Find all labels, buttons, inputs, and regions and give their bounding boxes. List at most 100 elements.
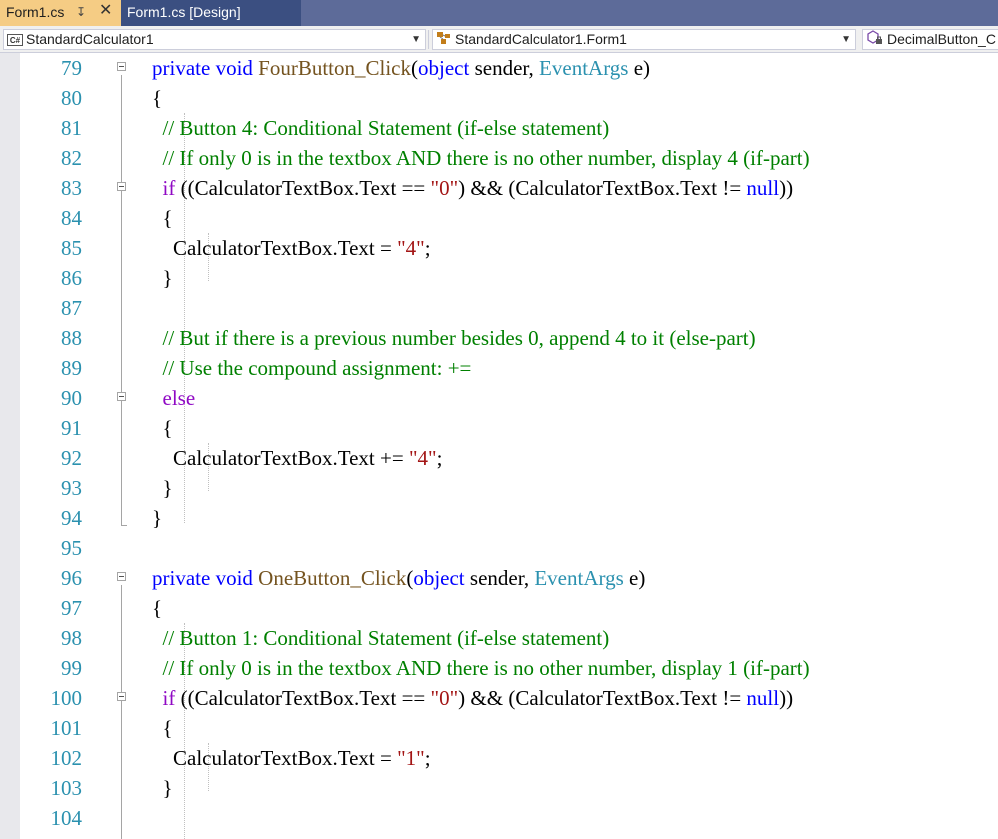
code-token: ;	[424, 746, 431, 770]
code-token: CalculatorTextBox.Text =	[131, 746, 398, 770]
collapse-icon[interactable]	[117, 182, 126, 191]
line-number: 90	[61, 386, 82, 410]
line-number: 98	[61, 626, 82, 650]
code-token: "4"	[408, 446, 437, 470]
code-text: private void OneButton_Click(object send…	[131, 563, 645, 593]
line-number: 92	[61, 446, 82, 470]
code-token: // But if there is a previous number bes…	[162, 326, 756, 350]
code-token: ))	[779, 686, 794, 710]
code-token: CalculatorTextBox.Text +=	[131, 446, 409, 470]
code-line[interactable]: 96 private void OneButton_Click(object s…	[0, 563, 998, 593]
chevron-down-icon[interactable]: ▼	[411, 30, 421, 49]
code-token: (	[411, 56, 419, 80]
code-line[interactable]: 100 if ((CalculatorTextBox.Text == "0") …	[0, 683, 998, 713]
code-line[interactable]: 102 CalculatorTextBox.Text = "1";	[0, 743, 998, 773]
code-line[interactable]: 83 if ((CalculatorTextBox.Text == "0") &…	[0, 173, 998, 203]
code-token: CalculatorTextBox.Text =	[131, 236, 398, 260]
code-token: // If only 0 is in the textbox AND there…	[162, 146, 810, 170]
code-line[interactable]: 87	[0, 293, 998, 323]
code-token: if	[162, 176, 176, 200]
collapse-icon[interactable]	[117, 62, 126, 71]
member-dropdown[interactable]: DecimalButton_C	[862, 29, 998, 50]
line-number: 96	[61, 566, 82, 590]
code-line[interactable]: 93 }	[0, 473, 998, 503]
collapse-icon[interactable]	[117, 392, 126, 401]
line-number: 79	[61, 56, 82, 80]
code-line[interactable]: 92 CalculatorTextBox.Text += "4";	[0, 443, 998, 473]
line-number: 85	[61, 236, 82, 260]
code-text: CalculatorTextBox.Text = "4";	[131, 233, 431, 263]
code-line[interactable]: 104	[0, 803, 998, 833]
code-token: // Use the compound assignment: +=	[162, 356, 472, 380]
code-line[interactable]: 85 CalculatorTextBox.Text = "4";	[0, 233, 998, 263]
code-token: else	[162, 386, 196, 410]
code-line[interactable]: 97 {	[0, 593, 998, 623]
code-token: e)	[623, 566, 646, 590]
code-line[interactable]: 101 {	[0, 713, 998, 743]
code-text: {	[131, 593, 162, 623]
code-text: {	[131, 413, 173, 443]
tab-form1-design[interactable]: Form1.cs [Design]	[121, 0, 301, 26]
type-dropdown[interactable]: StandardCalculator1.Form1 ▼	[432, 29, 856, 50]
line-number: 81	[61, 116, 82, 140]
pin-icon[interactable]: ↧	[76, 0, 86, 24]
line-number: 102	[50, 746, 83, 770]
code-line[interactable]: 81 // Button 4: Conditional Statement (i…	[0, 113, 998, 143]
code-token: // If only 0 is in the textbox AND there…	[162, 656, 810, 680]
code-line[interactable]: 90 else	[0, 383, 998, 413]
line-number: 83	[61, 176, 82, 200]
collapse-icon[interactable]	[117, 572, 126, 581]
code-token: ((CalculatorTextBox.Text ==	[175, 686, 431, 710]
line-number: 99	[61, 656, 82, 680]
line-number: 91	[61, 416, 82, 440]
code-line[interactable]: 103 }	[0, 773, 998, 803]
code-token: ) && (CalculatorTextBox.Text !=	[458, 176, 747, 200]
code-line[interactable]: 82 // If only 0 is in the textbox AND th…	[0, 143, 998, 173]
line-number: 82	[61, 146, 82, 170]
code-line[interactable]: 95	[0, 533, 998, 563]
code-line[interactable]: 80 {	[0, 83, 998, 113]
line-number: 84	[61, 206, 82, 230]
code-text: // If only 0 is in the textbox AND there…	[131, 143, 810, 173]
code-token: e)	[628, 56, 651, 80]
code-token: }	[131, 506, 163, 530]
code-token: ;	[424, 236, 431, 260]
code-text: // Button 1: Conditional Statement (if-e…	[131, 623, 610, 653]
chevron-down-icon[interactable]: ▼	[841, 30, 851, 49]
code-line[interactable]: 91 {	[0, 413, 998, 443]
method-icon	[866, 30, 884, 49]
code-line[interactable]: 84 {	[0, 203, 998, 233]
code-line[interactable]: 88 // But if there is a previous number …	[0, 323, 998, 353]
project-dropdown[interactable]: C# StandardCalculator1 ▼	[3, 29, 426, 50]
project-dropdown-label: StandardCalculator1	[26, 31, 154, 47]
code-token: ;	[436, 446, 443, 470]
code-text: private void FourButton_Click(object sen…	[131, 53, 650, 83]
tab-form1-cs[interactable]: Form1.cs ↧ ✕	[0, 0, 121, 26]
line-number: 89	[61, 356, 82, 380]
code-token: null	[746, 686, 780, 710]
code-line[interactable]: 79 private void FourButton_Click(object …	[0, 53, 998, 83]
code-token: ))	[779, 176, 794, 200]
member-dropdown-label: DecimalButton_C	[887, 31, 996, 48]
tab-label: Form1.cs [Design]	[127, 4, 241, 20]
code-line[interactable]: 86 }	[0, 263, 998, 293]
close-icon[interactable]: ✕	[99, 0, 112, 23]
code-line[interactable]: 98 // Button 1: Conditional Statement (i…	[0, 623, 998, 653]
code-text: // If only 0 is in the textbox AND there…	[131, 653, 810, 683]
code-line[interactable]: 99 // If only 0 is in the textbox AND th…	[0, 653, 998, 683]
csharp-project-icon: C#	[7, 34, 23, 47]
code-line[interactable]: 89 // Use the compound assignment: +=	[0, 353, 998, 383]
line-number: 101	[50, 716, 83, 740]
code-editor[interactable]: 79 private void FourButton_Click(object …	[0, 53, 998, 839]
collapse-icon[interactable]	[117, 692, 126, 701]
code-token: "0"	[430, 176, 459, 200]
code-token: object	[418, 56, 470, 80]
code-line[interactable]: 94 }	[0, 503, 998, 533]
line-number: 94	[61, 506, 82, 530]
